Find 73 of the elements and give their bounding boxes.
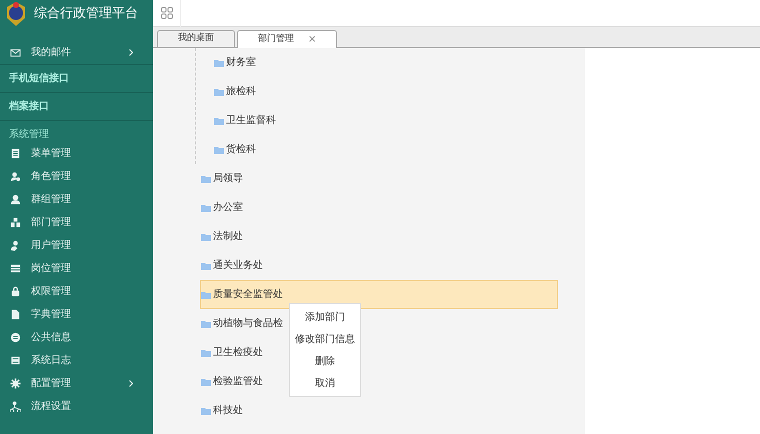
sidebar-item[interactable]: 公共信息 <box>31 330 71 345</box>
folder-icon <box>201 174 211 182</box>
table-icon <box>10 263 21 274</box>
grid-icon[interactable] <box>160 7 172 19</box>
folder-icon <box>214 88 224 96</box>
tree-node-label[interactable]: 办公室 <box>213 200 243 215</box>
tab[interactable]: 我的桌面 <box>157 30 235 47</box>
tree-node-label[interactable]: 检验监管处 <box>213 374 263 389</box>
sidebar-item[interactable]: 角色管理 <box>31 169 71 184</box>
app-title: 综合行政管理平台 <box>34 4 138 23</box>
sidebar-item[interactable]: 菜单管理 <box>31 146 71 161</box>
tree-node-label[interactable]: 质量安全监管处 <box>213 287 283 302</box>
sidebar-item[interactable]: 配置管理 <box>0 372 153 395</box>
menu-item[interactable]: 修改部门信息 <box>290 328 360 350</box>
folder-icon <box>201 232 211 240</box>
tree-node-label[interactable]: 卫生监督科 <box>226 113 276 128</box>
sidebar-item[interactable]: 字典管理 <box>31 307 71 322</box>
sidebar-item[interactable]: 系统日志 <box>0 349 153 372</box>
lock-icon <box>10 286 21 297</box>
tree-node-label[interactable]: 通关业务处 <box>213 258 263 273</box>
sidebar-item[interactable]: 流程设置 <box>31 399 71 414</box>
close-icon[interactable]: × <box>308 32 316 47</box>
sidebar-item[interactable]: 部门管理 <box>0 211 153 234</box>
sidebar-item[interactable]: 系统日志 <box>31 353 71 368</box>
mail-icon <box>10 47 21 58</box>
tree-node-label[interactable]: 财务室 <box>226 55 256 70</box>
folder-icon <box>214 146 224 154</box>
folder-icon <box>201 348 211 356</box>
circle-list-icon <box>10 332 21 343</box>
sidebar-item[interactable]: 群组管理 <box>31 192 71 207</box>
flow-icon <box>10 401 21 412</box>
folder-icon <box>201 378 211 386</box>
sidebar-item[interactable]: 角色管理 <box>0 165 153 188</box>
tree-node-label[interactable]: 法制处 <box>213 229 243 244</box>
menu-item[interactable]: 添加部门 <box>290 306 360 328</box>
sidebar-item[interactable]: 岗位管理 <box>0 257 153 280</box>
sidebar-item[interactable]: 用户管理 <box>0 234 153 257</box>
tree-node-label[interactable]: 卫生检疫处 <box>213 345 263 360</box>
file-icon <box>10 309 21 320</box>
emblem-icon <box>4 0 28 26</box>
tree-node-label[interactable]: 动植物与食品检 <box>213 316 283 331</box>
folder-icon <box>201 320 211 328</box>
sidebar-item[interactable]: 配置管理 <box>31 376 71 391</box>
tree-row[interactable]: 质量安全监管处 <box>200 280 558 309</box>
folder-icon <box>214 58 224 66</box>
sidebar-item[interactable]: 字典管理 <box>0 303 153 326</box>
user-icon <box>10 240 21 251</box>
sidebar-item[interactable]: 我的邮件 <box>0 41 153 64</box>
tree-node-label[interactable]: 局领导 <box>213 171 243 186</box>
list-icon <box>10 148 21 159</box>
menu-item[interactable]: 删除 <box>290 350 360 372</box>
sitemap-icon <box>10 217 21 228</box>
sidebar-item[interactable]: 部门管理 <box>31 215 71 230</box>
tree-node-label[interactable]: 科技处 <box>213 403 243 418</box>
folder-icon <box>214 116 224 124</box>
sidebar-item[interactable]: 群组管理 <box>0 188 153 211</box>
sidebar-item[interactable]: 公共信息 <box>0 326 153 349</box>
folder-icon <box>201 204 211 212</box>
sidebar-item[interactable]: 权限管理 <box>0 280 153 303</box>
folder-icon <box>201 262 211 270</box>
sidebar-item[interactable]: 用户管理 <box>31 238 71 253</box>
sidebar-item[interactable]: 菜单管理 <box>0 142 153 165</box>
folder-icon <box>201 406 211 414</box>
folder-icon <box>201 290 211 298</box>
sidebar-item[interactable]: 流程设置 <box>0 395 153 418</box>
sidebar-item[interactable]: 权限管理 <box>31 284 71 299</box>
tab[interactable]: 部门管理 × <box>237 30 338 48</box>
tree-node-label[interactable]: 货检科 <box>226 142 256 157</box>
gear-icon <box>10 378 21 389</box>
sidebar-item[interactable]: 岗位管理 <box>31 261 71 276</box>
sidebar-item[interactable]: 我的邮件 <box>31 45 71 60</box>
menu-item[interactable]: 取消 <box>290 372 360 394</box>
tree-node-label[interactable]: 旅检科 <box>226 84 256 99</box>
